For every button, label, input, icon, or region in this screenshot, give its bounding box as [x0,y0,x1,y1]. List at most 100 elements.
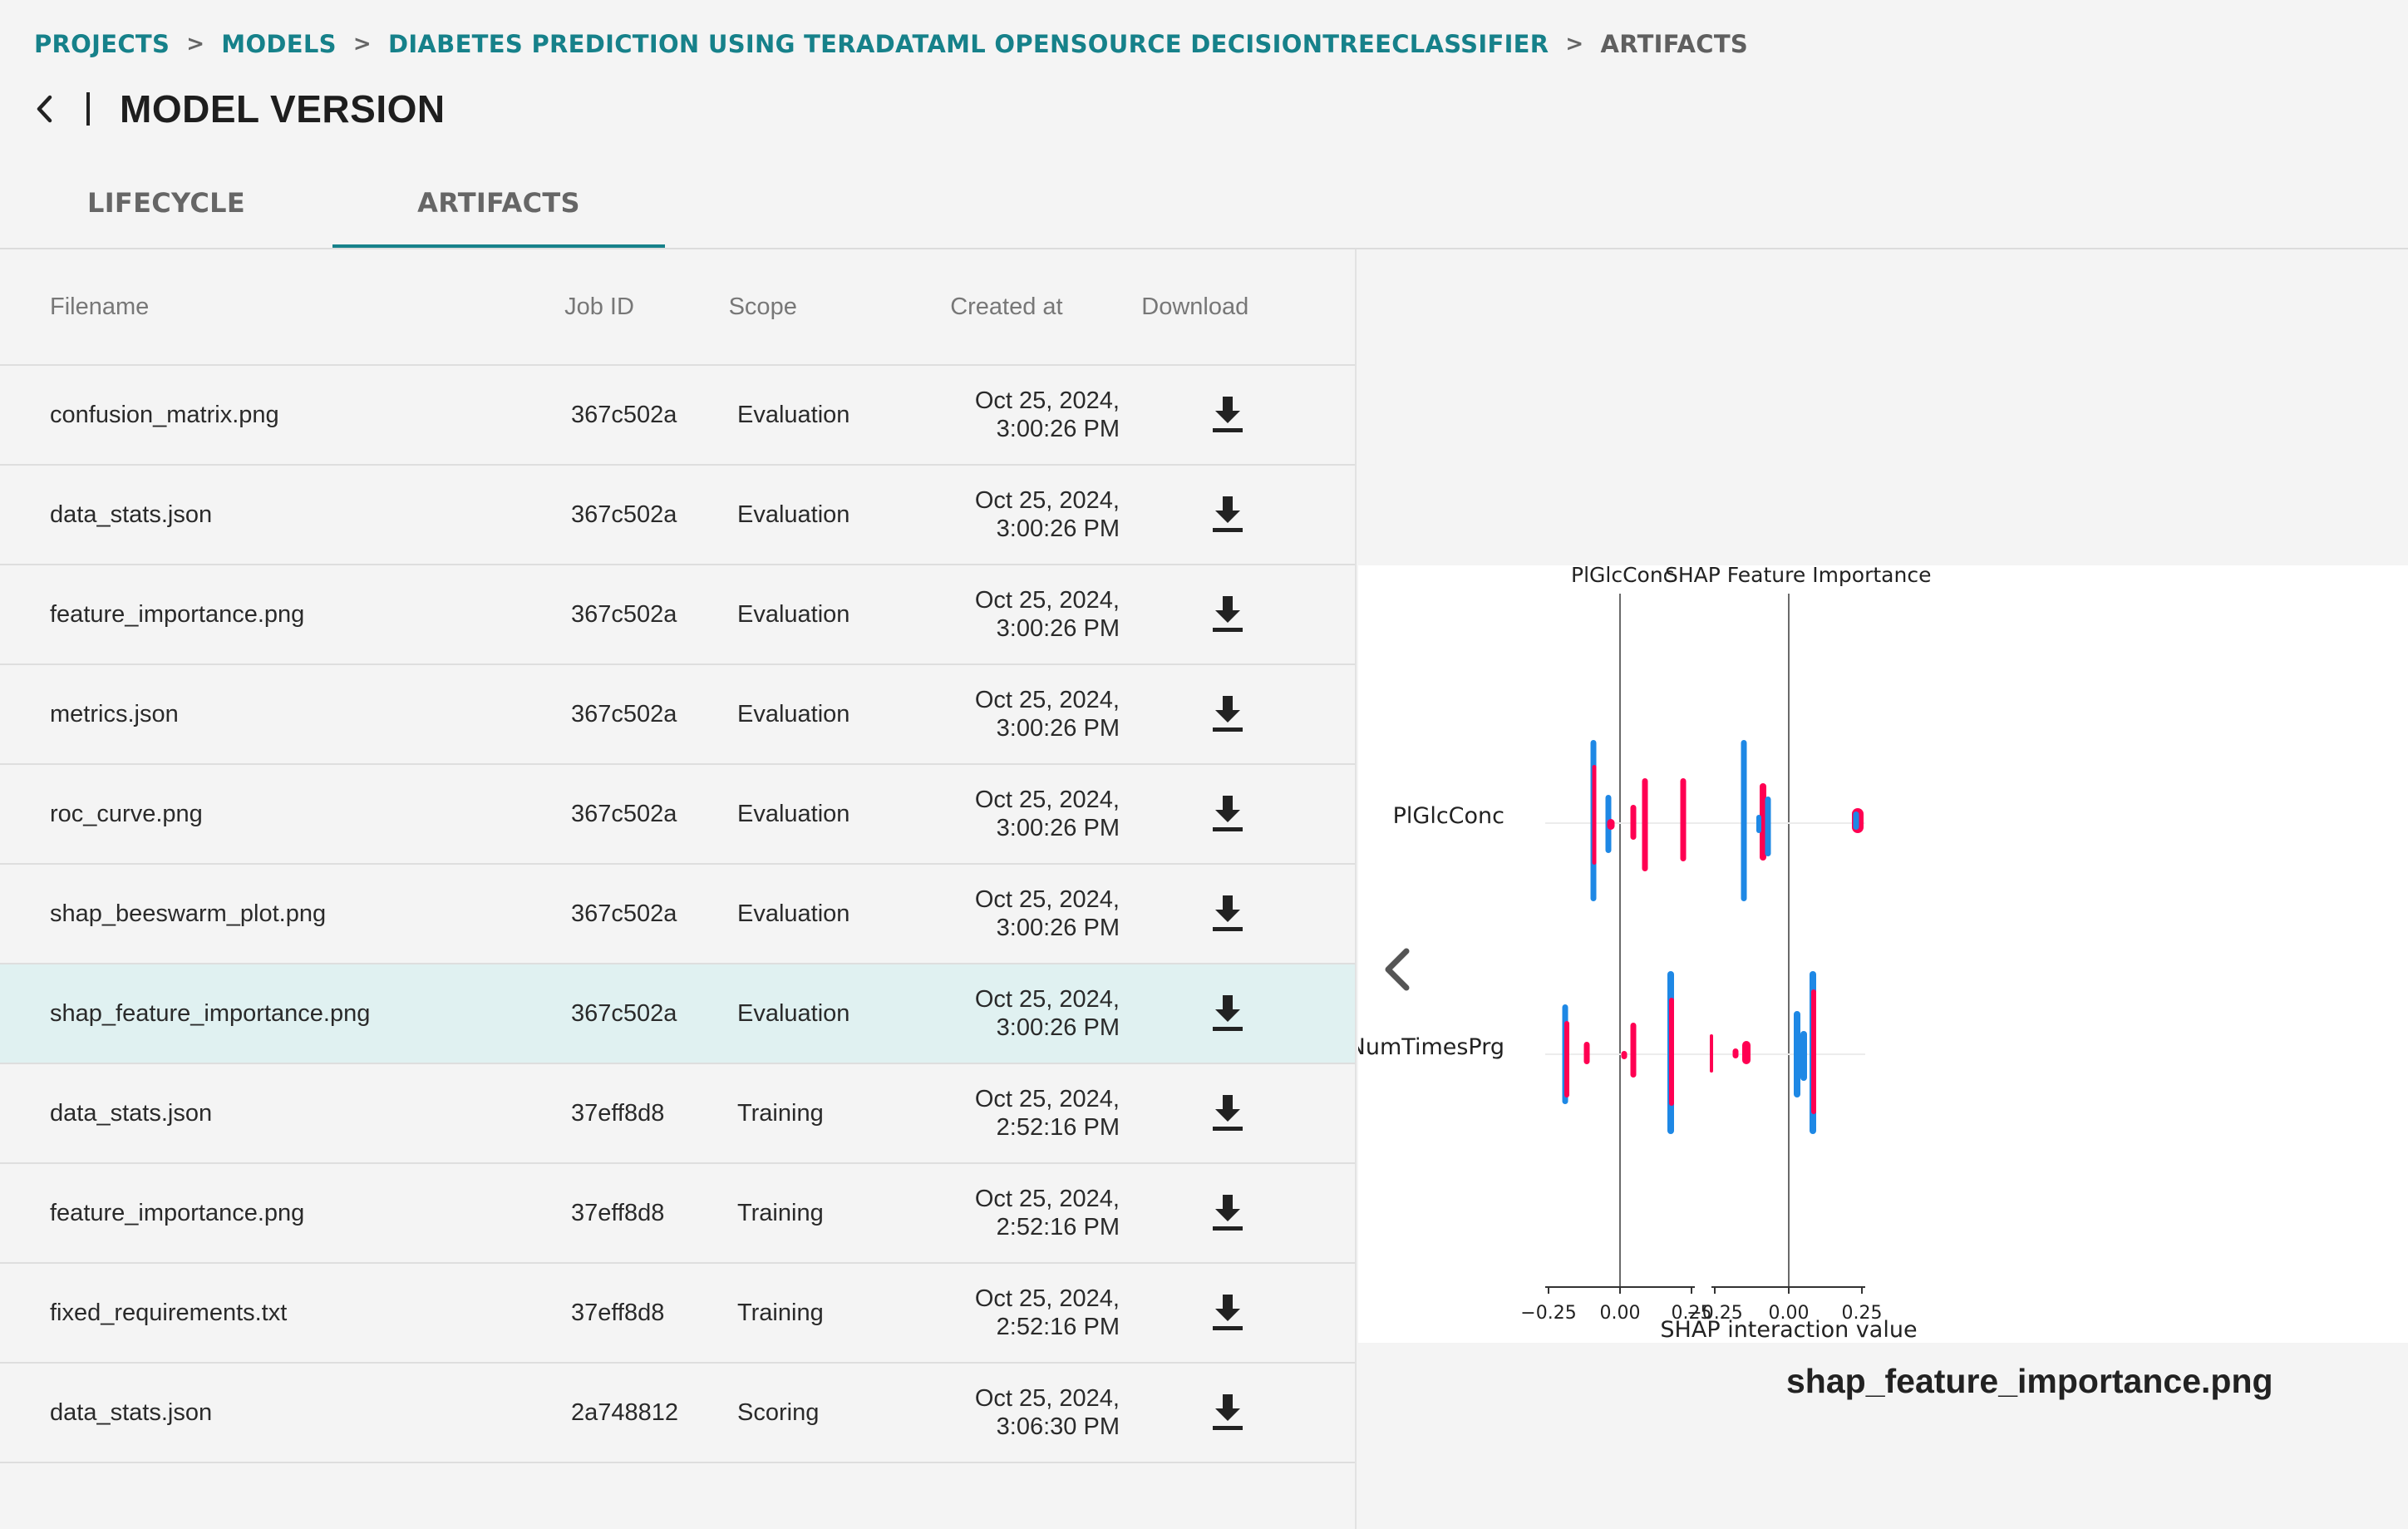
download-button[interactable] [1120,594,1336,634]
cell-filename: confusion_matrix.png [50,401,279,428]
table-row[interactable]: shap_beeswarm_plot.png 367c502a Evaluation… [0,865,1355,964]
cell-created-date: Oct 25, 2024, [974,387,1120,414]
feature-label: NumTimesPrg [1358,1034,1504,1060]
cell-scope: Training [737,1099,824,1127]
table-row[interactable]: data_stats.json 2a748812 Scoring Oct 25, 20… [0,1364,1355,1463]
download-icon [1213,1195,1243,1231]
chevron-left-icon [37,95,52,123]
cell-job-id: 367c502a [571,600,677,628]
cell-created-time: 3:00:26 PM [996,1014,1120,1041]
shap-point-cluster [1742,1041,1751,1064]
tab-lifecycle[interactable]: LIFECYCLE [0,158,332,248]
cell-created-at: Oct 25, 2024, 3:00:26 PM [962,586,1120,643]
table-row[interactable]: metrics.json 367c502a Evaluation Oct 25, 20… [0,665,1355,765]
cell-filename: data_stats.json [50,1099,213,1127]
cell-created-date: Oct 25, 2024, [974,986,1120,1013]
shap-point-cluster [1630,805,1637,840]
cell-created-time: 2:52:16 PM [996,1314,1120,1340]
table-row[interactable]: data_stats.json 367c502a Evaluation Oct 25,… [0,466,1355,565]
download-button[interactable] [1120,1293,1336,1333]
download-button[interactable] [1120,894,1336,934]
cell-scope: Evaluation [737,999,850,1027]
breadcrumb-separator: > [186,32,205,57]
shap-point-cluster [1710,1034,1713,1073]
cell-created-at: Oct 25, 2024, 3:00:26 PM [962,387,1120,443]
download-button[interactable] [1120,395,1336,435]
download-icon [1213,1295,1243,1330]
column-header-scope[interactable]: Scope [729,293,951,321]
cell-job-id: 367c502a [571,900,677,927]
cell-job-id: 367c502a [571,700,677,728]
cell-filename: feature_importance.png [50,1199,305,1226]
back-button[interactable] [32,92,57,126]
cell-created-date: Oct 25, 2024, [974,687,1120,713]
cell-created-date: Oct 25, 2024, [974,1086,1120,1112]
cell-filename: metrics.json [50,700,179,728]
download-icon [1213,895,1243,931]
shap-point-cluster [1592,765,1597,865]
download-button[interactable] [1120,794,1336,834]
table-row[interactable]: data_stats.json 37eff8d8 Training Oct 25, 2… [0,1064,1355,1164]
shap-point-cluster [1732,1048,1739,1058]
cell-job-id: 367c502a [571,999,677,1027]
download-button[interactable] [1120,694,1336,734]
download-button[interactable] [1120,1193,1336,1233]
cell-filename: roc_curve.png [50,800,203,827]
cell-created-at: Oct 25, 2024, 3:00:26 PM [962,486,1120,543]
page-title: MODEL VERSION [120,87,446,131]
cell-created-time: 3:00:26 PM [996,715,1120,742]
table-row[interactable]: feature_importance.png 37eff8d8 Training Oc… [0,1164,1355,1264]
previous-artifact-button[interactable] [1378,945,1415,994]
column-header-job-id[interactable]: Job ID [564,293,728,321]
shap-plot: −0.25 0.00 0.25−0.25 0.00 0.25PlGlcConcSHAP … [1349,563,1932,1343]
tab-artifacts[interactable]: ARTIFACTS [332,158,665,248]
x-tick-label: −0.25 [1520,1303,1576,1324]
breadcrumb-model[interactable]: DIABETES PREDICTION USING TERADATAML OPE… [388,30,1549,58]
cell-scope: Evaluation [737,800,850,827]
artifact-preview: −0.25 0.00 0.25 −0.25 0.00 0.25 PlGlcConc SHAP … [1349,249,2408,1529]
shap-point-cluster [1621,1051,1627,1059]
table-row[interactable]: confusion_matrix.png 367c502a Evaluation Oc… [0,366,1355,466]
download-icon [1213,995,1243,1031]
cell-filename: shap_feature_importance.png [50,999,371,1027]
cell-filename: fixed_requirements.txt [50,1299,288,1326]
shap-point-cluster [1630,1023,1637,1078]
column-header-download: Download [1141,293,1249,320]
cell-created-time: 3:06:30 PM [996,1413,1120,1440]
download-button[interactable] [1120,1093,1336,1133]
breadcrumb-separator: > [1565,32,1584,57]
download-icon [1213,1394,1243,1430]
x-tick-label: 0.00 [1600,1303,1641,1324]
cell-scope: Training [737,1299,824,1326]
shap-point-cluster [1583,1042,1590,1064]
download-icon [1213,1095,1243,1131]
download-button[interactable] [1120,994,1336,1033]
table-row[interactable]: feature_importance.png 367c502a Evaluation… [0,565,1355,665]
table-row[interactable]: roc_curve.png 367c502a Evaluation Oct 25, 2… [0,765,1355,865]
preview-image: −0.25 0.00 0.25 −0.25 0.00 0.25 PlGlcConc SHAP … [1349,563,2408,1343]
shap-point-cluster [1800,1031,1807,1081]
table-row[interactable]: shap_feature_importance.png 367c502a Evalu… [0,964,1355,1064]
cell-created-time: 3:00:26 PM [996,416,1120,442]
cell-created-time: 3:00:26 PM [996,515,1120,542]
breadcrumb: PROJECTS > MODELS > DIABETES PREDICTION … [34,30,1748,58]
breadcrumb-models[interactable]: MODELS [221,30,337,58]
download-icon [1213,596,1243,632]
shap-point-cluster [1642,778,1648,871]
shap-point-cluster [1564,1021,1569,1097]
table-row[interactable]: fixed_requirements.txt 37eff8d8 Training Oc… [0,1264,1355,1364]
cell-filename: shap_beeswarm_plot.png [50,900,327,927]
cell-filename: feature_importance.png [50,600,305,628]
cell-job-id: 367c502a [571,501,677,528]
breadcrumb-projects[interactable]: PROJECTS [34,30,170,58]
cell-scope: Evaluation [737,501,850,528]
column-header-created-at[interactable]: Created at [950,293,1141,321]
cell-created-date: Oct 25, 2024, [974,787,1120,813]
shap-point-cluster [1607,819,1615,830]
shap-point-cluster [1765,797,1771,856]
plot-subtitle: PlGlcConc [1571,565,1674,587]
cell-created-time: 2:52:16 PM [996,1114,1120,1141]
column-header-filename[interactable]: Filename [0,293,564,321]
download-button[interactable] [1120,1393,1336,1433]
download-button[interactable] [1120,495,1336,535]
